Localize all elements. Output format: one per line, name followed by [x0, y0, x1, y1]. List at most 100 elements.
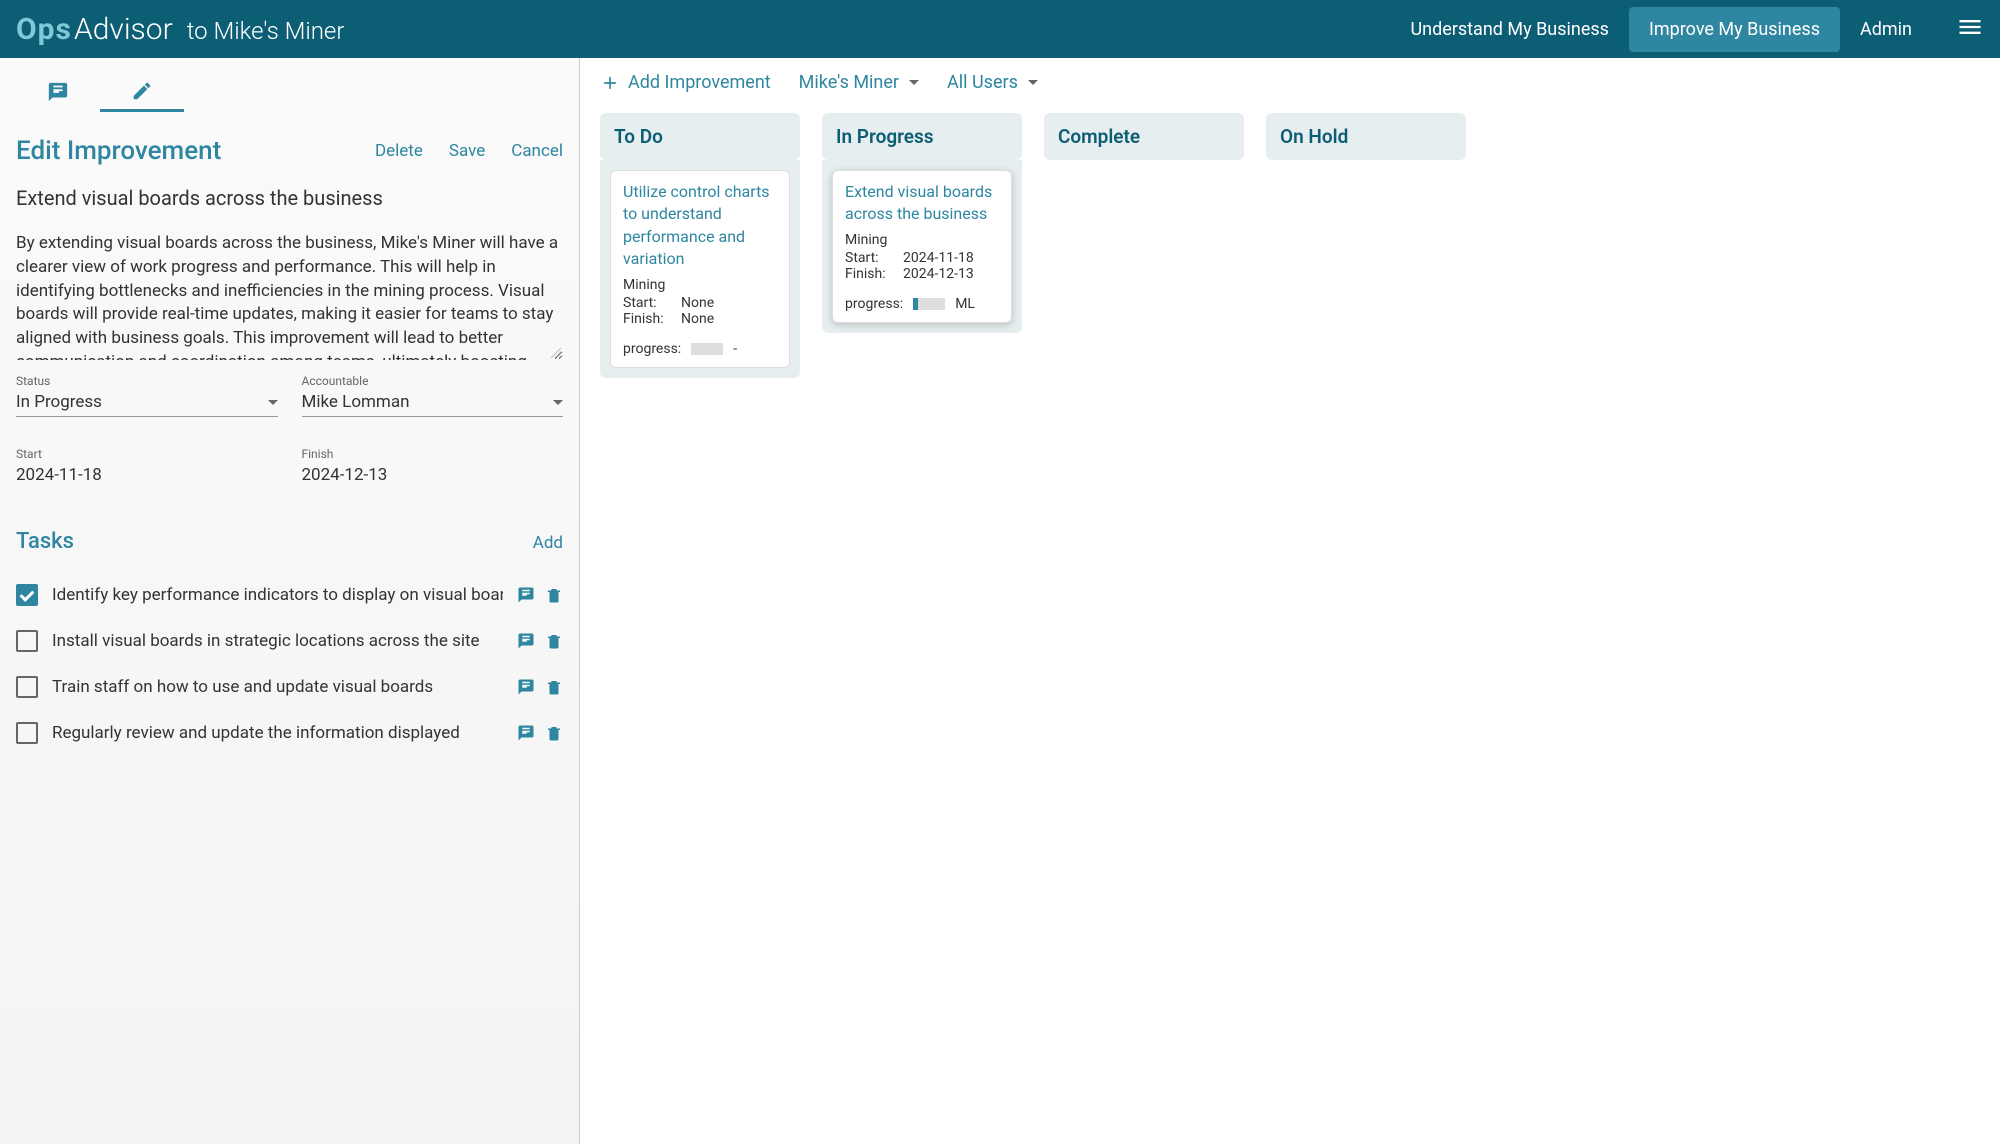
tab-edit[interactable] [100, 72, 184, 112]
toolbar: Add Improvement Mike's Miner All Users [600, 72, 1980, 93]
business-select-value: Mike's Miner [799, 72, 899, 93]
edit-heading-row: Edit Improvement Delete Save Cancel [16, 136, 563, 166]
left-panel: Edit Improvement Delete Save Cancel Exte… [0, 58, 580, 1144]
column-body: Extend visual boards across the business… [822, 160, 1022, 333]
resize-handle-icon[interactable] [551, 348, 561, 358]
kanban-column: On Hold [1266, 113, 1466, 378]
card-start: Start:None [623, 295, 777, 311]
chat-icon[interactable] [517, 632, 535, 650]
task-label[interactable]: Identify key performance indicators to d… [52, 585, 503, 605]
users-select-value: All Users [947, 72, 1018, 93]
chevron-down-icon [909, 80, 919, 85]
add-improvement-button[interactable]: Add Improvement [600, 72, 771, 93]
plus-icon [600, 73, 620, 93]
card-title: Utilize control charts to understand per… [623, 181, 777, 271]
add-improvement-label: Add Improvement [628, 72, 771, 93]
task-label[interactable]: Regularly review and update the informat… [52, 723, 503, 743]
chevron-down-icon [268, 400, 278, 405]
task-checkbox[interactable] [16, 584, 38, 606]
tasks-header: Tasks Add [16, 529, 563, 554]
status-field[interactable]: Status In Progress [16, 374, 278, 417]
task-row: Identify key performance indicators to d… [16, 572, 563, 618]
accountable-label: Accountable [302, 374, 564, 388]
column-header: Complete [1044, 113, 1244, 160]
logo-advisor: Advisor [74, 12, 173, 47]
task-checkbox[interactable] [16, 722, 38, 744]
start-value: 2024-11-18 [16, 465, 102, 485]
progress-bar [691, 343, 723, 355]
task-row: Regularly review and update the informat… [16, 710, 563, 756]
save-button[interactable]: Save [449, 141, 485, 161]
finish-label: Finish [302, 447, 564, 461]
chat-icon[interactable] [517, 724, 535, 742]
tasks-title: Tasks [16, 529, 74, 554]
main: Edit Improvement Delete Save Cancel Exte… [0, 58, 2000, 1144]
card-category: Mining [845, 232, 999, 248]
tasks-list: Identify key performance indicators to d… [16, 572, 563, 756]
add-task-button[interactable]: Add [533, 533, 563, 553]
edit-title: Edit Improvement [16, 136, 221, 166]
business-select[interactable]: Mike's Miner [799, 72, 919, 93]
improvement-title[interactable]: Extend visual boards across the business [16, 186, 563, 210]
task-row: Install visual boards in strategic locat… [16, 618, 563, 664]
accountable-field[interactable]: Accountable Mike Lomman [302, 374, 564, 417]
task-checkbox[interactable] [16, 630, 38, 652]
card-finish: Finish:None [623, 311, 777, 327]
column-header: In Progress [822, 113, 1022, 160]
kanban-card[interactable]: Extend visual boards across the business… [832, 170, 1012, 323]
card-progress: progress: - [623, 341, 777, 357]
kanban-column: To Do Utilize control charts to understa… [600, 113, 800, 378]
chat-icon[interactable] [517, 678, 535, 696]
task-row: Train staff on how to use and update vis… [16, 664, 563, 710]
task-checkbox[interactable] [16, 676, 38, 698]
cancel-button[interactable]: Cancel [511, 141, 563, 161]
users-select[interactable]: All Users [947, 72, 1038, 93]
column-header: On Hold [1266, 113, 1466, 160]
improvement-description-text: By extending visual boards across the bu… [16, 233, 558, 360]
accountable-value: Mike Lomman [302, 392, 410, 412]
trash-icon[interactable] [545, 586, 563, 604]
task-label[interactable]: Install visual boards in strategic locat… [52, 631, 503, 651]
edit-actions: Delete Save Cancel [375, 141, 563, 161]
trash-icon[interactable] [545, 632, 563, 650]
icon-tabs [16, 72, 563, 112]
chevron-down-icon [1028, 80, 1038, 85]
column-body: Utilize control charts to understand per… [600, 160, 800, 378]
chat-icon [47, 81, 69, 103]
nav-admin[interactable]: Admin [1840, 7, 1932, 52]
right-panel: Add Improvement Mike's Miner All Users T… [580, 58, 2000, 1144]
improvement-description[interactable]: By extending visual boards across the bu… [16, 232, 563, 360]
logo-to: to Mike's Miner [187, 17, 345, 45]
tab-chat[interactable] [16, 72, 100, 112]
finish-value: 2024-12-13 [302, 465, 388, 485]
progress-bar [913, 298, 945, 310]
start-label: Start [16, 447, 278, 461]
start-field[interactable]: Start 2024-11-18 [16, 447, 278, 489]
kanban-column: In Progress Extend visual boards across … [822, 113, 1022, 378]
card-initials: ML [955, 296, 975, 312]
card-initials: - [733, 341, 737, 357]
task-label[interactable]: Train staff on how to use and update vis… [52, 677, 503, 697]
trash-icon[interactable] [545, 678, 563, 696]
delete-button[interactable]: Delete [375, 141, 423, 161]
card-progress: progress: ML [845, 296, 999, 312]
pencil-icon [131, 80, 153, 102]
chat-icon[interactable] [517, 586, 535, 604]
logo[interactable]: Ops Advisor to Mike's Miner [16, 12, 344, 47]
nav: Understand My Business Improve My Busine… [1390, 7, 1984, 52]
status-value: In Progress [16, 392, 102, 412]
trash-icon[interactable] [545, 724, 563, 742]
nav-improve[interactable]: Improve My Business [1629, 7, 1840, 52]
finish-field[interactable]: Finish 2024-12-13 [302, 447, 564, 489]
logo-ops: Ops [16, 12, 72, 47]
nav-understand[interactable]: Understand My Business [1390, 7, 1629, 52]
card-finish: Finish:2024-12-13 [845, 266, 999, 282]
card-title: Extend visual boards across the business [845, 181, 999, 226]
column-header: To Do [600, 113, 800, 160]
header: Ops Advisor to Mike's Miner Understand M… [0, 0, 2000, 58]
status-label: Status [16, 374, 278, 388]
menu-icon[interactable] [1956, 13, 1984, 45]
chevron-down-icon [553, 400, 563, 405]
kanban-board: To Do Utilize control charts to understa… [600, 113, 1980, 378]
kanban-card[interactable]: Utilize control charts to understand per… [610, 170, 790, 368]
